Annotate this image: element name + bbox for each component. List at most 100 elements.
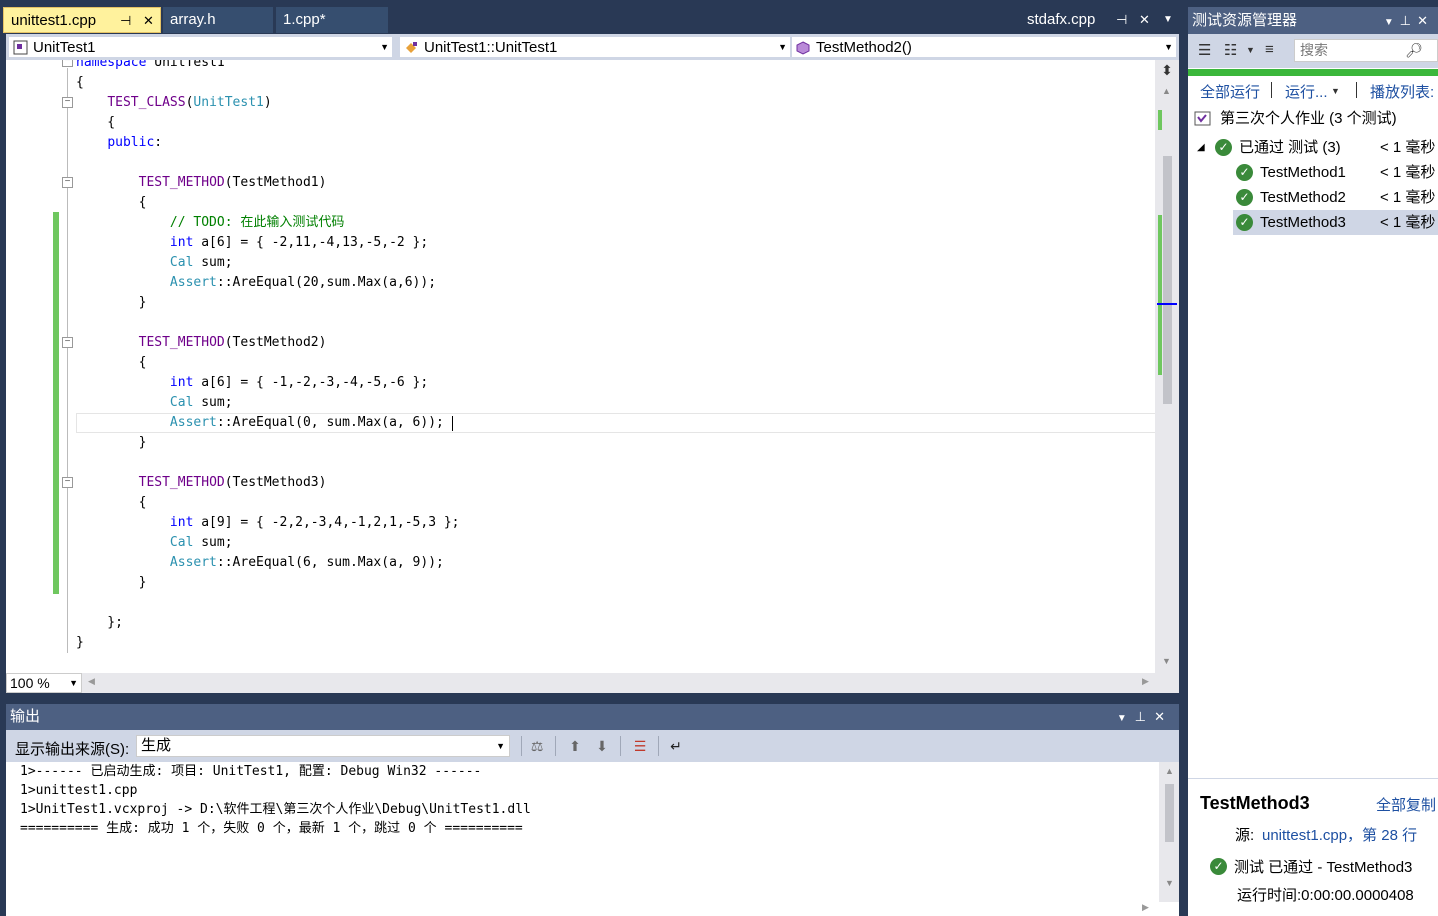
tab-unittest1-cpp[interactable]: unittest1.cpp ⊣ ✕ <box>3 7 161 33</box>
code-line: int a[6] = { -1,-2,-3,-4,-5,-6 }; <box>169 375 429 390</box>
copy-all-link[interactable]: 全部复制 <box>1376 794 1436 815</box>
fold-toggle[interactable]: − <box>62 177 73 188</box>
scope-label: UnitTest1::UnitTest1 <box>424 39 558 56</box>
scroll-right-icon[interactable]: ▶ <box>1142 902 1149 913</box>
test-explorer-title: 测试资源管理器 <box>1192 12 1298 29</box>
scroll-down-icon[interactable]: ▼ <box>1165 878 1174 888</box>
scroll-thumb[interactable] <box>1163 156 1172 404</box>
code-line: { <box>76 355 147 370</box>
test-run-links: 全部运行 运行... ▼ 播放列表: <box>1188 78 1438 102</box>
output-vertical-scrollbar[interactable]: ▲ ▼ <box>1159 762 1179 902</box>
code-line: } <box>76 635 84 650</box>
test-name: TestMethod2 <box>1260 189 1346 206</box>
test-duration: < 1 毫秒 <box>1380 164 1436 181</box>
word-wrap-icon[interactable]: ↵ <box>666 736 686 756</box>
code-line: Assert::AreEqual(0, sum.Max(a, 6)); <box>169 415 444 430</box>
test-search-input[interactable]: 搜索 🔎︎ <box>1294 39 1438 62</box>
test-row-testmethod3[interactable]: ✓ TestMethod3 < 1 毫秒 <box>1233 210 1438 235</box>
chevron-down-icon[interactable]: ▼ <box>1117 713 1135 724</box>
member-combo[interactable]: TestMethod2() ▼ <box>791 36 1177 58</box>
test-group-row[interactable]: ◢ ✓ 已通过 测试 (3) < 1 毫秒 <box>1188 135 1438 160</box>
detail-elapsed-time: 运行时间:0:00:00.0000408 <box>1237 887 1414 904</box>
pin-icon[interactable]: ⊥ <box>1400 13 1417 28</box>
fold-toggle[interactable]: − <box>62 97 73 108</box>
chevron-down-icon[interactable]: ▼ <box>1246 45 1255 55</box>
link-separator <box>1356 82 1357 98</box>
run-all-link[interactable]: 全部运行 <box>1200 81 1260 102</box>
tab-1-cpp[interactable]: 1.cpp* <box>276 7 388 33</box>
editor-vertical-scrollbar[interactable]: ⬍ ▲ ▼ <box>1155 60 1179 673</box>
test-explorer-toolbar: ☰ ☷ ▼ ≡ 搜索 🔎︎ <box>1188 34 1438 68</box>
output-line: 1>------ 已启动生成: 项目: UnitTest1, 配置: Debug… <box>20 764 482 779</box>
previous-message-icon[interactable]: ⬆ <box>565 736 585 756</box>
member-label: TestMethod2() <box>816 39 912 56</box>
output-text-area[interactable]: 1>------ 已启动生成: 项目: UnitTest1, 配置: Debug… <box>6 762 1179 916</box>
list-view-icon[interactable]: ≡ <box>1265 41 1274 58</box>
next-message-icon[interactable]: ⬇ <box>592 736 612 756</box>
code-line: { <box>76 75 84 90</box>
zoom-combo[interactable]: 100 % ▼ <box>6 673 82 693</box>
run-link[interactable]: 运行... <box>1285 81 1328 102</box>
output-source-combo[interactable]: 生成 ▼ <box>136 735 510 757</box>
test-project-label: 第三次个人作业 (3 个测试) <box>1220 110 1397 127</box>
project-combo[interactable]: UnitTest1 ▼ <box>8 36 393 58</box>
search-icon[interactable]: 🔎︎ <box>1405 40 1423 61</box>
test-row-testmethod2[interactable]: ✓ TestMethod2 < 1 毫秒 <box>1188 185 1438 210</box>
detail-source-label: 源: <box>1235 827 1255 844</box>
scroll-down-icon[interactable]: ▼ <box>1162 656 1171 666</box>
chevron-down-icon[interactable]: ▼ <box>1384 17 1400 28</box>
split-window-icon[interactable]: ⬍ <box>1159 62 1175 78</box>
tab-array-h[interactable]: array.h <box>163 7 273 33</box>
group-by-icon[interactable]: ☰ <box>1198 41 1211 59</box>
scope-combo[interactable]: UnitTest1::UnitTest1 ▼ <box>399 36 791 58</box>
project-label: UnitTest1 <box>33 39 96 56</box>
detail-source-link[interactable]: unittest1.cpp，第 28 行 <box>1262 824 1417 845</box>
chevron-down-icon[interactable]: ▼ <box>1331 86 1340 96</box>
scroll-right-icon[interactable]: ▶ <box>1142 676 1149 687</box>
text-caret <box>452 416 453 431</box>
playlist-link[interactable]: 播放列表: <box>1370 81 1434 102</box>
fold-toggle[interactable]: − <box>62 477 73 488</box>
code-line: int a[6] = { -2,11,-4,13,-5,-2 }; <box>169 235 429 250</box>
passed-check-icon: ✓ <box>1236 189 1253 206</box>
code-line: } <box>76 295 147 310</box>
pin-icon[interactable]: ⊣ <box>1116 7 1127 33</box>
code-line: { <box>76 115 116 130</box>
pin-icon[interactable]: ⊣ <box>120 8 131 34</box>
method-icon <box>796 41 810 55</box>
scroll-left-icon[interactable]: ◀ <box>88 676 95 687</box>
chevron-down-icon: ▼ <box>69 678 78 688</box>
passed-check-icon: ✓ <box>1215 139 1232 156</box>
code-line: Assert::AreEqual(20,sum.Max(a,6)); <box>169 275 437 290</box>
fold-toggle[interactable]: − <box>62 337 73 348</box>
search-placeholder: 搜索 <box>1300 42 1328 58</box>
scroll-up-icon[interactable]: ▲ <box>1162 86 1171 96</box>
tab-dropdown-icon[interactable]: ▼ <box>1163 7 1173 33</box>
close-icon[interactable]: ✕ <box>1154 709 1173 724</box>
code-line: }; <box>76 615 123 630</box>
pin-icon[interactable]: ⊥ <box>1135 709 1154 724</box>
passed-check-icon: ✓ <box>1236 164 1253 181</box>
test-row-testmethod1[interactable]: ✓ TestMethod1 < 1 毫秒 <box>1188 160 1438 185</box>
tab-stdafx-cpp[interactable]: stdafx.cpp ⊣ ✕ ▼ <box>1020 7 1183 33</box>
code-editor[interactable]: − − − − − namespace UnitTest1 { TEST_CLAS… <box>6 60 1179 673</box>
test-duration: < 1 毫秒 <box>1380 214 1436 231</box>
code-line: Cal sum; <box>169 395 233 410</box>
collapse-triangle-icon[interactable]: ◢ <box>1197 135 1205 160</box>
close-icon[interactable]: ✕ <box>1139 7 1150 33</box>
close-icon[interactable]: ✕ <box>143 8 154 34</box>
fold-toggle[interactable]: − <box>62 60 73 67</box>
test-project-row[interactable]: 第三次个人作业 (3 个测试) <box>1188 106 1438 131</box>
navigation-bar: UnitTest1 ▼ UnitTest1::UnitTest1 ▼ TestM… <box>6 34 1179 60</box>
close-icon[interactable]: ✕ <box>1417 13 1434 28</box>
test-duration: < 1 毫秒 <box>1380 189 1436 206</box>
group-options-icon[interactable]: ☷ <box>1224 41 1237 59</box>
scroll-up-icon[interactable]: ▲ <box>1165 766 1174 776</box>
find-message-icon[interactable]: ⚖ <box>527 736 547 756</box>
detail-status: 测试 已通过 - TestMethod3 <box>1234 859 1413 876</box>
scroll-thumb[interactable] <box>1165 784 1174 842</box>
output-title: 输出 <box>10 708 41 725</box>
document-tab-bar: unittest1.cpp ⊣ ✕ array.h 1.cpp* stdafx.… <box>0 7 1183 33</box>
code-line: Assert::AreEqual(6, sum.Max(a, 9)); <box>169 555 444 570</box>
clear-all-icon[interactable]: ☰ <box>630 736 650 756</box>
